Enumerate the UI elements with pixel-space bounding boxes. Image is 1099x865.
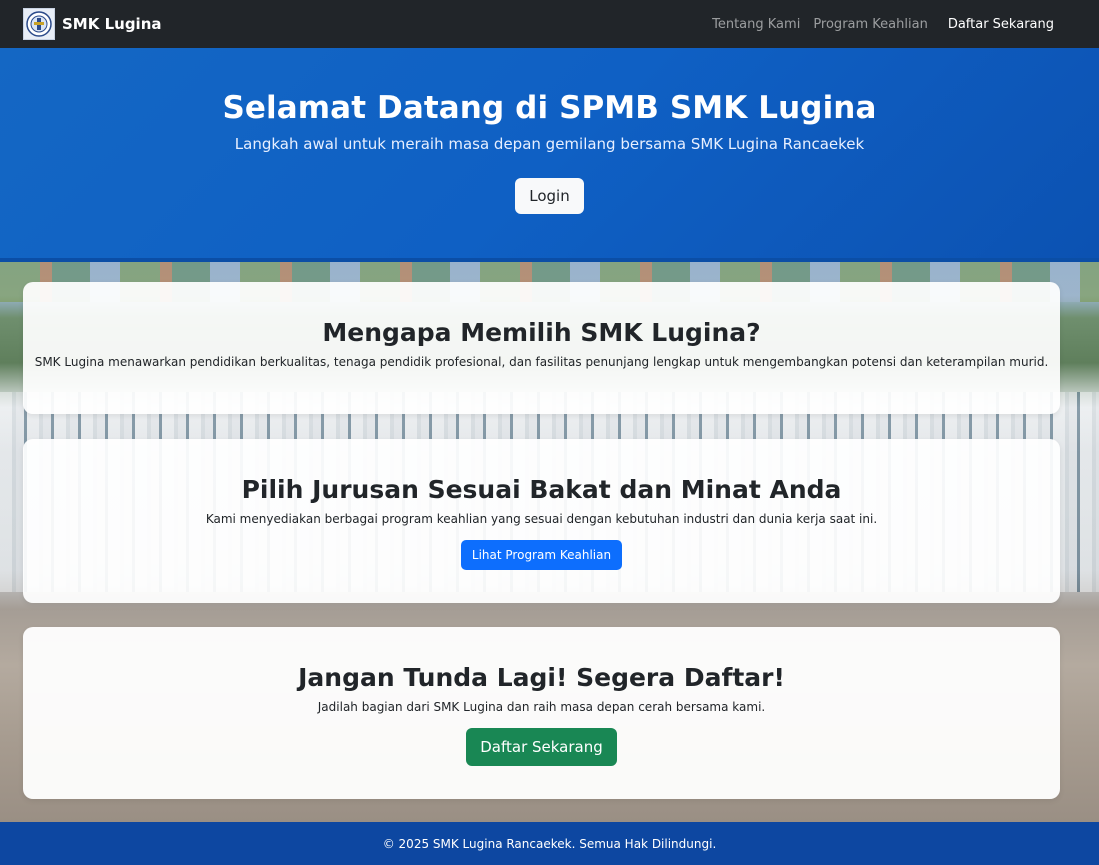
why-section-title: Mengapa Memilih SMK Lugina? [322, 318, 761, 347]
register-now-button[interactable]: Daftar Sekarang [466, 728, 617, 766]
brand-name: SMK Lugina [62, 15, 162, 33]
login-button[interactable]: Login [515, 178, 584, 214]
school-emblem-icon [23, 8, 55, 40]
brand-link[interactable]: SMK Lugina [23, 8, 162, 40]
hero-title: Selamat Datang di SPMB SMK Lugina [222, 90, 877, 126]
navbar: SMK Lugina Tentang Kami Program Keahlian… [0, 0, 1099, 48]
register-section-card: Jangan Tunda Lagi! Segera Daftar! Jadila… [23, 627, 1060, 799]
nav-link-daftar-sekarang[interactable]: Daftar Sekarang [948, 17, 1054, 32]
footer-copyright: © 2025 SMK Lugina Rancaekek. Semua Hak D… [382, 836, 717, 851]
programs-section-card: Pilih Jurusan Sesuai Bakat dan Minat And… [23, 439, 1060, 603]
register-section-title: Jangan Tunda Lagi! Segera Daftar! [298, 663, 785, 692]
nav-link-program-keahlian[interactable]: Program Keahlian [813, 17, 928, 32]
programs-section-title: Pilih Jurusan Sesuai Bakat dan Minat And… [241, 475, 842, 504]
hero-section: Selamat Datang di SPMB SMK Lugina Langka… [0, 48, 1099, 262]
footer: © 2025 SMK Lugina Rancaekek. Semua Hak D… [0, 822, 1099, 865]
register-section-text: Jadilah bagian dari SMK Lugina dan raih … [317, 700, 766, 714]
hero-subtitle: Langkah awal untuk meraih masa depan gem… [234, 135, 865, 153]
nav-links: Tentang Kami Program Keahlian Daftar Sek… [712, 17, 1054, 32]
programs-section-text: Kami menyediakan berbagai program keahli… [205, 512, 878, 526]
why-section-text: SMK Lugina menawarkan pendidikan berkual… [34, 355, 1049, 369]
nav-link-tentang-kami[interactable]: Tentang Kami [712, 17, 800, 32]
view-programs-button[interactable]: Lihat Program Keahlian [460, 540, 623, 570]
why-section-card: Mengapa Memilih SMK Lugina? SMK Lugina m… [23, 282, 1060, 414]
